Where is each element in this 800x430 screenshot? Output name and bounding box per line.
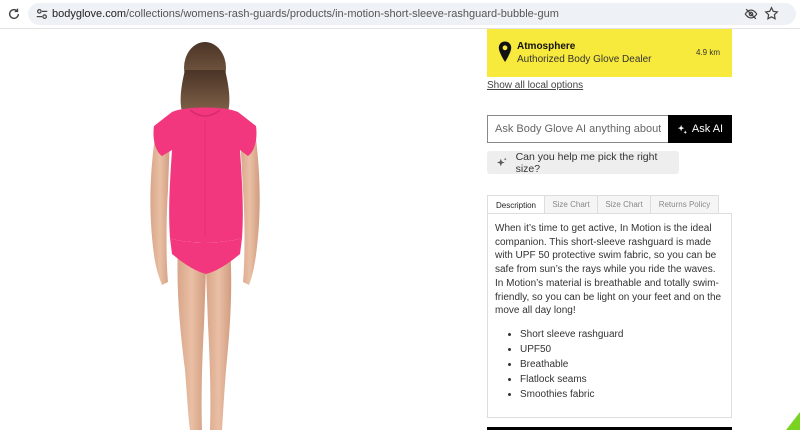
suggestion-text: Can you help me pick the right size? [515,150,658,175]
list-item: UPF50 [520,342,724,357]
ai-suggestion-chip[interactable]: Can you help me pick the right size? [487,150,679,175]
list-item: Flatlock seams [520,372,724,387]
product-info-tabs: Description Size Chart Size Chart Return… [487,195,719,215]
url-domain: bodyglove.com [52,8,126,20]
map-pin-icon [498,41,512,63]
ask-ai-label: Ask AI [691,123,724,135]
url-text[interactable]: bodyglove.com/collections/womens-rash-gu… [52,7,559,21]
corner-badge-icon [786,412,800,430]
tab-size-chart[interactable]: Size Chart [545,195,598,214]
feature-list: Short sleeve rashguard UPF50 Breathable … [495,327,724,402]
description-panel: When it’s time to get active, In Motion … [487,213,732,418]
description-text: When it’s time to get active, In Motion … [495,223,722,317]
list-item: Smoothies fabric [520,387,724,402]
sparkle-icon [496,157,507,166]
browser-toolbar: bodyglove.com/collections/womens-rash-gu… [0,0,800,29]
list-item: Breathable [520,357,724,372]
sparkle-icon [677,124,687,134]
eye-off-icon[interactable] [744,7,758,21]
dealer-distance: 4.9 km [695,48,720,57]
ask-ai-button[interactable]: Ask AI [668,115,732,143]
dealer-subtitle: Authorized Body Glove Dealer [517,54,652,65]
site-info-icon[interactable] [35,7,49,21]
tab-returns-policy[interactable]: Returns Policy [651,195,719,214]
address-bar[interactable]: bodyglove.com/collections/womens-rash-gu… [28,3,796,25]
show-local-options-link[interactable]: Show all local options [487,80,583,91]
ask-ai-input[interactable] [487,115,668,143]
url-path: /collections/womens-rash-guards/products… [126,8,559,20]
model-figure [150,42,260,430]
star-icon[interactable] [764,6,779,21]
tab-description[interactable]: Description [487,195,545,215]
list-item: Short sleeve rashguard [520,327,724,342]
tab-size-chart-2[interactable]: Size Chart [598,195,651,214]
product-image[interactable] [130,30,280,430]
local-dealer-card[interactable]: Atmosphere Authorized Body Glove Dealer … [487,29,732,77]
dealer-name: Atmosphere [517,41,576,52]
reload-icon[interactable] [7,7,21,21]
